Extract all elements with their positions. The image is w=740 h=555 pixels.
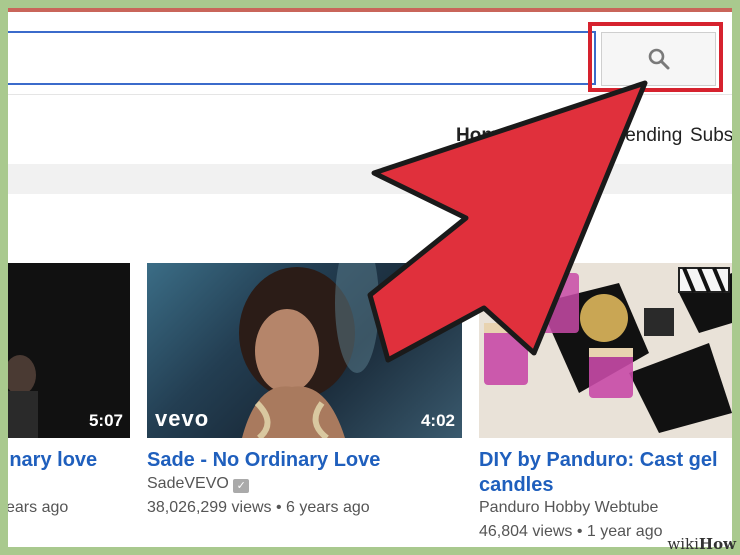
browser-frame: Home Trending Subscriptions 5:07 No Ordi… bbox=[8, 8, 732, 547]
red-arrow-annotation bbox=[367, 80, 648, 363]
wikihow-watermark: wikiHow bbox=[667, 535, 736, 553]
